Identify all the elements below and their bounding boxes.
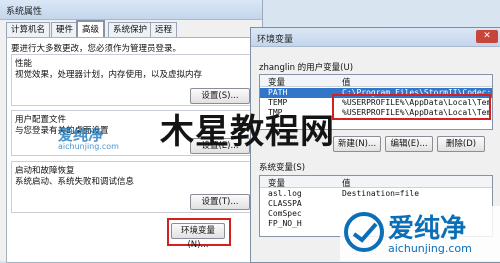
- new-user-var-button[interactable]: 新建(N)...: [333, 136, 381, 152]
- var-value: Destination=file: [342, 189, 420, 198]
- corner-brand: 爱纯净: [388, 214, 467, 244]
- column-variable: 变量: [268, 179, 286, 189]
- center-watermark: 木星教程网: [160, 112, 335, 152]
- startup-recovery-description: 系统启动、系统失败和调试信息: [15, 177, 135, 187]
- startup-recovery-settings-button[interactable]: 设置(T)...: [190, 194, 250, 210]
- user-vars-label: zhanglin 的用户变量(U): [259, 63, 354, 73]
- delete-user-var-button[interactable]: 删除(D): [437, 136, 485, 152]
- user-vars-header: 变量 值: [260, 75, 492, 88]
- column-value: 值: [342, 179, 351, 189]
- corner-watermark: 爱纯净 aichunjing.com: [340, 206, 500, 261]
- startup-recovery-group: 启动和故障恢复 系统启动、系统失败和调试信息 设置(T)...: [11, 161, 253, 213]
- edit-user-var-button[interactable]: 编辑(E)...: [385, 136, 433, 152]
- var-name: asl.log: [268, 189, 302, 198]
- var-name: FP_NO_H: [268, 219, 302, 228]
- admin-note: 要进行大多数更改，您必须作为管理员登录。: [11, 44, 182, 54]
- tab-hardware[interactable]: 硬件: [51, 22, 79, 37]
- var-name: ComSpec: [268, 209, 302, 218]
- temp-vars-highlight: [332, 94, 491, 120]
- system-vars-label: 系统变量(S): [259, 163, 306, 173]
- var-name: CLASSPA: [268, 199, 302, 208]
- table-row[interactable]: asl.log Destination=file: [260, 189, 492, 199]
- system-vars-header: 变量 值: [260, 176, 492, 189]
- tab-system-protection[interactable]: 系统保护: [108, 22, 153, 37]
- brand-logo-icon: [344, 212, 384, 252]
- system-properties-titlebar: 系统属性: [0, 0, 262, 20]
- performance-description: 视觉效果，处理器计划，内存使用，以及虚拟内存: [15, 70, 203, 80]
- env-button-highlight: 环境变量(N)...: [167, 218, 231, 250]
- close-icon[interactable]: ✕: [476, 30, 498, 43]
- environment-variables-button[interactable]: 环境变量(N)...: [171, 223, 225, 250]
- tab-remote[interactable]: 远程: [150, 22, 178, 37]
- window-title: 系统属性: [6, 7, 43, 17]
- performance-settings-button[interactable]: 设置(S)...: [190, 88, 250, 104]
- env-window-titlebar: 环境变量 ✕: [251, 28, 500, 47]
- column-value: 值: [342, 78, 351, 88]
- performance-group: 性能 视觉效果，处理器计划，内存使用，以及虚拟内存 设置(S)...: [11, 54, 253, 106]
- corner-url: aichunjing.com: [388, 242, 472, 255]
- column-variable: 变量: [268, 78, 286, 88]
- small-url-watermark: aichunjing.com: [58, 142, 119, 151]
- var-name: PATH: [268, 88, 288, 97]
- tab-computer-name[interactable]: 计算机名: [6, 22, 51, 37]
- env-window-title: 环境变量: [257, 35, 294, 45]
